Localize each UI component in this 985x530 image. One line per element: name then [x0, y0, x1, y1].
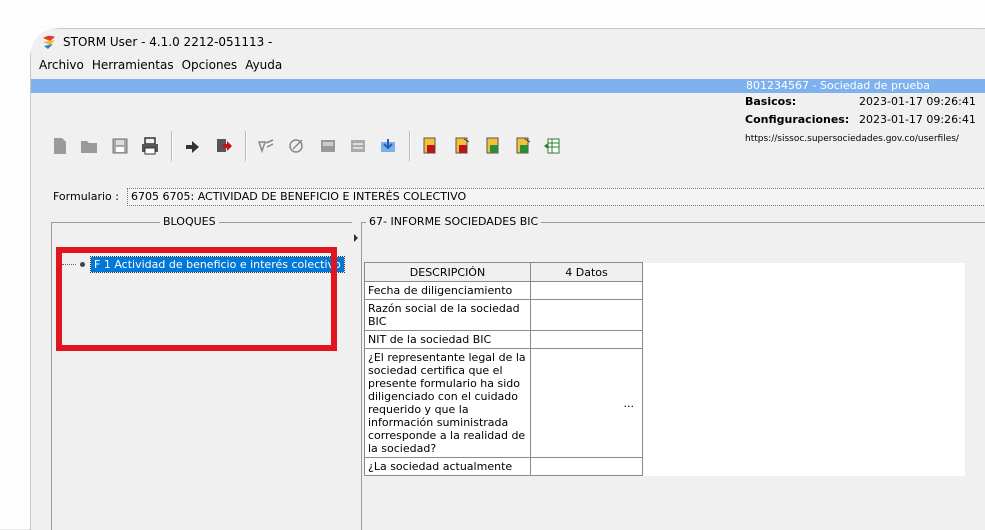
basicos-date: 2023-01-17 09:26:41: [859, 95, 976, 108]
row-value[interactable]: [530, 330, 643, 349]
form-label: Formulario :: [53, 190, 119, 203]
download-icon[interactable]: [379, 137, 397, 155]
import-icon[interactable]: [183, 137, 201, 155]
header-descripcion: DESCRIPCIÓN: [364, 262, 531, 282]
report-icon[interactable]: [349, 137, 367, 155]
pdf3-icon[interactable]: [484, 137, 502, 155]
menu-bar: Archivo Herramientas Opciones Ayuda: [31, 55, 985, 75]
save-icon[interactable]: [111, 137, 129, 155]
pdf4-icon[interactable]: [514, 137, 532, 155]
application-window: STORM User - 4.1.0 2212-051113 - Archivo…: [30, 28, 985, 530]
row-value-picker[interactable]: ...: [530, 348, 643, 458]
export-icon[interactable]: [215, 137, 233, 155]
header-datos: 4 Datos: [530, 262, 643, 282]
row-value[interactable]: [530, 457, 643, 476]
entity-bar: 801234567 - Sociedad de prueba: [31, 79, 985, 93]
menu-archivo[interactable]: Archivo: [39, 58, 84, 72]
menu-opciones[interactable]: Opciones: [182, 58, 238, 72]
blocks-legend: BLOQUES: [160, 215, 219, 228]
form-selector-row: Formulario : 6705 6705: ACTIVIDAD DE BEN…: [31, 186, 985, 208]
window-title: STORM User - 4.1.0 2212-051113 -: [63, 35, 273, 49]
menu-herramientas[interactable]: Herramientas: [92, 58, 174, 72]
validate-icon[interactable]: [257, 137, 275, 155]
row-desc: ¿El representante legal de la sociedad c…: [364, 348, 531, 458]
table-header-row: DESCRIPCIÓN 4 Datos: [364, 262, 965, 476]
row-desc: Razón social de la sociedad BIC: [364, 299, 531, 331]
grid-icon[interactable]: [543, 137, 561, 155]
pdf1-icon[interactable]: [421, 137, 439, 155]
menu-ayuda[interactable]: Ayuda: [245, 58, 282, 72]
entity-name: 801234567 - Sociedad de prueba: [746, 79, 930, 92]
report-legend: 67- INFORME SOCIEDADES BIC: [366, 215, 542, 228]
sign-icon[interactable]: [288, 137, 306, 155]
storm-logo-icon: [41, 34, 57, 50]
panel-splitter[interactable]: [353, 222, 359, 530]
print-icon[interactable]: [141, 137, 159, 155]
row-desc: Fecha de diligenciamiento: [364, 281, 531, 300]
row-desc: ¿La sociedad actualmente: [364, 457, 531, 476]
config-date: 2023-01-17 09:26:41: [859, 113, 976, 126]
report-table: DESCRIPCIÓN 4 Datos Fecha de diligenciam…: [364, 262, 965, 476]
config-label: Configuraciones:: [745, 113, 850, 126]
userfiles-url: https://sissoc.supersociedades.gov.co/us…: [745, 134, 959, 144]
row-desc: NIT de la sociedad BIC: [364, 330, 531, 349]
basicos-label: Basicos:: [745, 95, 797, 108]
open-icon[interactable]: [80, 137, 98, 155]
form-field[interactable]: 6705 6705: ACTIVIDAD DE BENEFICIO E INTE…: [127, 188, 985, 206]
red-annotation-box: [56, 247, 337, 351]
title-bar: STORM User - 4.1.0 2212-051113 -: [31, 29, 985, 55]
row-value[interactable]: [530, 299, 643, 331]
pdf2-icon[interactable]: [453, 137, 471, 155]
new-icon[interactable]: [51, 137, 69, 155]
send-icon[interactable]: [319, 137, 337, 155]
row-value[interactable]: [530, 281, 643, 300]
